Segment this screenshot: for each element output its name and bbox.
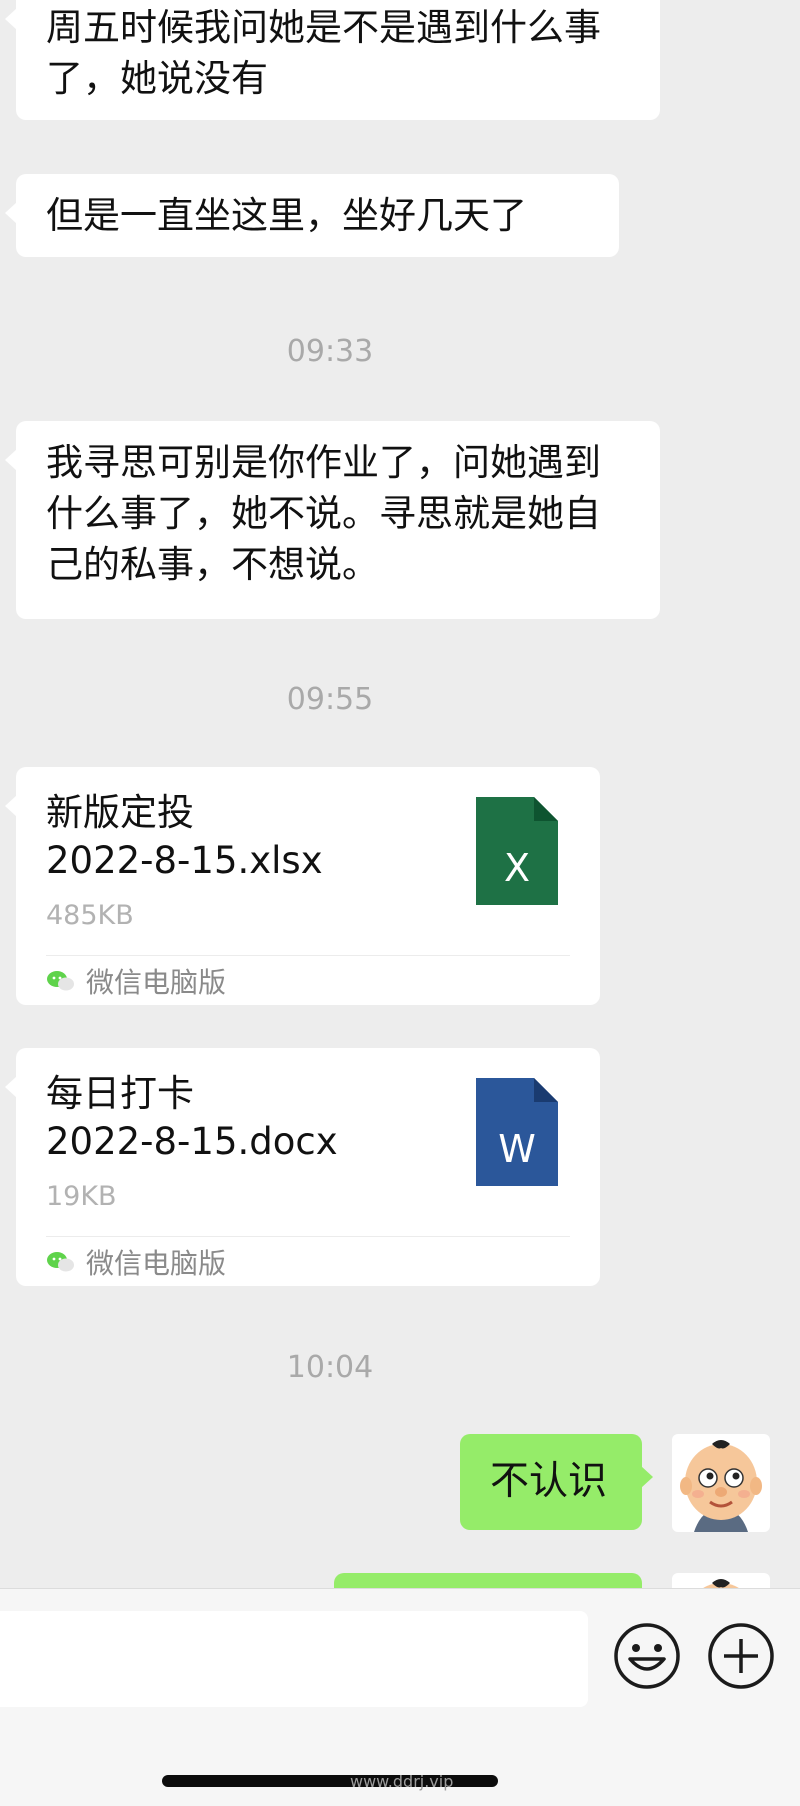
message-text: 但是一直坐这里，坐好几天了 [46, 194, 527, 237]
wechat-icon [47, 971, 74, 991]
message-text: 我寻思可别是你作业了，问她遇到什么事了，她不说。寻思就是她自己的私事，不想说。 [46, 441, 601, 586]
svg-text:W: W [498, 1127, 536, 1171]
excel-file-icon: X [476, 797, 558, 905]
file-source: 微信电脑版 [46, 963, 226, 999]
message-bubble-outgoing[interactable] [334, 1573, 642, 1588]
avatar-cartoon-icon [680, 1440, 762, 1532]
chat-history[interactable]: 周五时候我问她是不是遇到什么事了，她说没有 但是一直坐这里，坐好几天了 09:3… [0, 0, 800, 1588]
file-size: 19KB [46, 1181, 117, 1212]
svg-text:X: X [504, 846, 530, 890]
plus-icon[interactable] [706, 1621, 776, 1691]
word-file-icon: W [476, 1078, 558, 1186]
file-message-xlsx[interactable]: 新版定投 2022-8-15.xlsx 485KB X 微信电脑版 [5, 767, 600, 1005]
file-source: 微信电脑版 [46, 1244, 226, 1280]
avatar[interactable] [672, 1573, 770, 1588]
file-size: 485KB [46, 900, 134, 931]
emoji-icon[interactable] [612, 1621, 682, 1691]
wechat-icon [47, 1252, 74, 1272]
divider [46, 955, 570, 956]
timestamp: 10:04 [286, 1350, 374, 1385]
divider [46, 1236, 570, 1237]
file-name: 每日打卡 2022-8-15.docx [46, 1072, 338, 1163]
message-bubble-outgoing[interactable]: 不认识 [460, 1434, 653, 1530]
message-input[interactable] [0, 1611, 588, 1707]
message-text: 不认识 [490, 1459, 608, 1504]
avatar[interactable] [672, 1434, 770, 1532]
file-message-docx[interactable]: 每日打卡 2022-8-15.docx 19KB W 微信电脑版 [5, 1048, 600, 1286]
message-bubble[interactable]: 我寻思可别是你作业了，问她遇到什么事了，她不说。寻思就是她自己的私事，不想说。 [5, 421, 660, 619]
watermark: www.ddrj.vip [350, 1772, 454, 1791]
message-text: 周五时候我问她是不是遇到什么事了，她说没有 [46, 6, 601, 100]
timestamp: 09:55 [286, 682, 374, 717]
file-name: 新版定投 2022-8-15.xlsx [46, 791, 323, 882]
message-bubble[interactable]: 周五时候我问她是不是遇到什么事了，她说没有 [5, 0, 660, 120]
message-bubble[interactable]: 但是一直坐这里，坐好几天了 [5, 174, 619, 257]
avatar-cartoon-icon [703, 1579, 739, 1588]
timestamp: 09:33 [286, 334, 374, 369]
